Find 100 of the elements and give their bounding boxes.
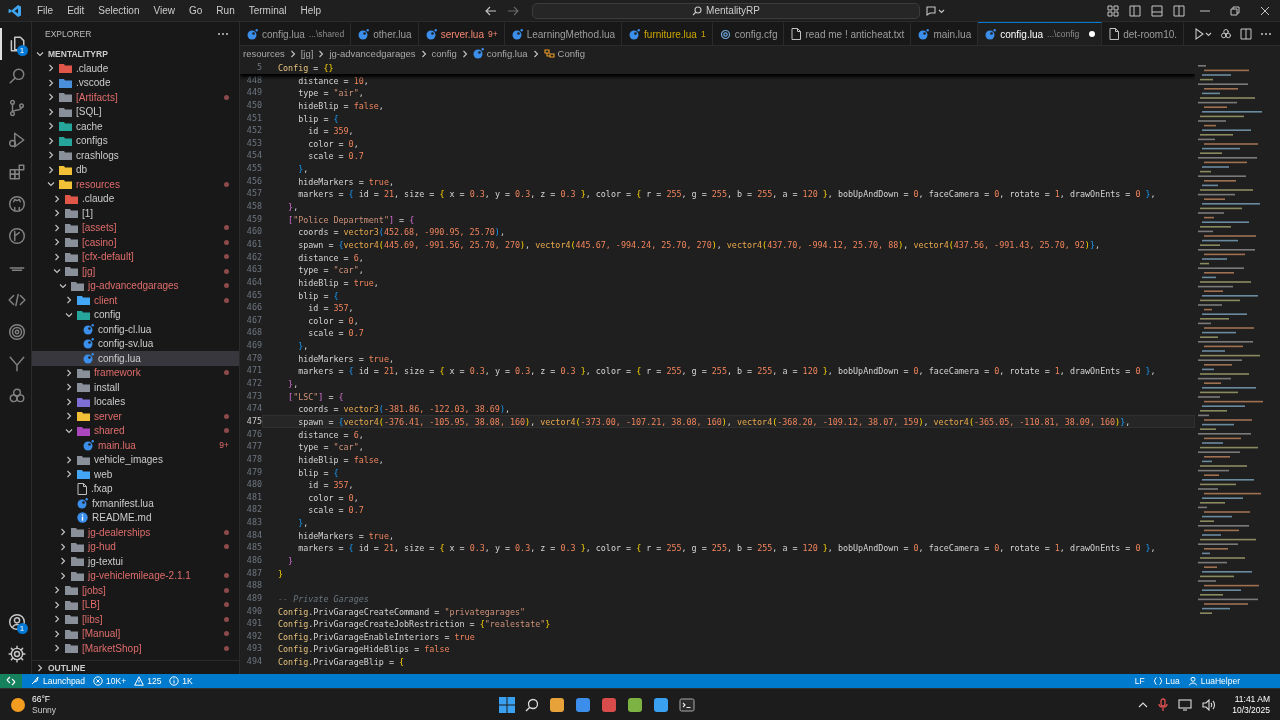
account-icon[interactable] [7,613,26,631]
menu-item[interactable]: Terminal [241,3,294,18]
status-item[interactable]: Launchpad [30,676,86,686]
editor-tab[interactable]: config.lua ...\shared [240,22,352,45]
tree-item[interactable]: shared [32,423,239,438]
status-item[interactable]: LuaHelper [1187,676,1240,686]
tree-item[interactable]: jg-vehiclemileage-2.1.1 [32,568,239,583]
status-item[interactable]: 125 [134,676,162,686]
close-button[interactable] [1260,5,1270,16]
status-item[interactable]: 1K [169,676,193,686]
tree-item[interactable]: jg-dealerships [32,525,239,540]
tree-item[interactable]: configs [32,133,239,148]
tree-item[interactable]: resources [32,177,239,192]
tree-item[interactable]: [jobs] [32,583,239,598]
tree-item[interactable]: vehicle_images [32,452,239,467]
tree-item[interactable]: jg-advancedgarages [32,278,239,293]
tree-item[interactable]: [LB] [32,597,239,612]
tree-item[interactable]: locales [32,394,239,409]
search-field[interactable]: MentalityRP [532,2,921,19]
tree-item[interactable]: [SQL] [32,104,239,119]
menu-item[interactable]: Edit [60,3,92,18]
terminal-icon[interactable] [679,696,696,713]
editor-tab[interactable]: config.cfg [712,22,785,45]
editor-tab[interactable]: det-room10. [1102,22,1185,45]
editor-tab[interactable]: server.lua 9+ [418,22,505,45]
tree-item[interactable]: [Manual] [32,626,239,641]
tree-item[interactable]: [MarketShop] [32,641,239,656]
tree-item[interactable]: main.lua 9+ [32,438,239,453]
microphone-icon[interactable] [1158,697,1169,712]
tree-item[interactable]: [cfx-default] [32,249,239,264]
breadcrumb-item[interactable]: config [431,48,457,59]
tree-item[interactable]: [casino] [32,235,239,250]
tree-item[interactable]: .claude [32,191,239,206]
chat-icon[interactable] [925,4,946,17]
breadcrumb-item[interactable]: config.lua [472,48,528,59]
app-icon[interactable] [601,696,618,713]
tree-item[interactable]: server [32,409,239,424]
tree-item[interactable]: config-sv.lua [32,336,239,351]
menu-item[interactable]: View [146,3,182,18]
tree-item[interactable]: install [32,380,239,395]
tree-item[interactable]: README.md [32,510,239,525]
tree-item[interactable]: [1] [32,206,239,221]
start-icon[interactable] [499,696,516,713]
run-icon[interactable] [1194,27,1212,40]
menu-item[interactable]: Selection [91,3,147,18]
chevron-icon[interactable] [1138,700,1149,709]
status-item[interactable]: LF [1134,676,1145,686]
menu-item[interactable]: File [30,3,61,18]
remote-button[interactable] [0,674,22,688]
layout-icon[interactable] [1129,4,1141,17]
layout-icon[interactable] [1107,4,1119,17]
tree-item[interactable]: .fxap [32,481,239,496]
tree-item[interactable]: client [32,293,239,308]
more-icon[interactable] [1260,31,1272,36]
knot-icon[interactable] [7,387,26,405]
split-editor-icon[interactable] [1240,27,1252,40]
monitor-icon[interactable] [1178,698,1193,711]
editor-tab[interactable]: other.lua [351,22,419,45]
menu-item[interactable]: Go [182,3,210,18]
tree-item[interactable]: .vscode [32,75,239,90]
spiral-icon[interactable] [7,323,26,341]
tree-item[interactable]: config-cl.lua [32,322,239,337]
breadcrumb-item[interactable]: Config [543,48,585,59]
knot-icon[interactable] [1220,27,1232,40]
volume-icon[interactable] [1202,698,1217,711]
search-icon[interactable] [525,697,540,712]
app-icon[interactable] [627,696,644,713]
tree-item[interactable]: crashlogs [32,148,239,163]
tree-item[interactable]: db [32,162,239,177]
tree-item[interactable]: [libs] [32,612,239,627]
status-item[interactable]: Lua [1152,676,1180,686]
app-icon[interactable] [653,696,670,713]
editor-tab[interactable]: LearningMethod.lua [504,22,623,45]
tree-item[interactable]: config.lua [32,351,239,366]
code-icon[interactable] [7,291,26,309]
tree-item[interactable]: config [32,307,239,322]
section-header[interactable]: MENTALITYRP [32,46,239,61]
back-icon[interactable] [485,5,498,16]
more-icon[interactable] [217,32,229,36]
editor-tab[interactable]: config.lua ...\config [978,22,1103,45]
cross-icon[interactable] [7,355,26,373]
extensions-icon[interactable] [7,163,26,181]
app-icon[interactable] [575,696,592,713]
menu-item[interactable]: Help [293,3,329,18]
run-debug-icon[interactable] [7,131,26,149]
layout-icon[interactable] [1173,4,1185,17]
app-icon[interactable] [549,696,566,713]
tree-item[interactable]: .claude [32,61,239,76]
tree-item[interactable]: [assets] [32,220,239,235]
forward-icon[interactable] [507,5,520,16]
graph-icon[interactable] [7,227,26,245]
tree-item[interactable]: fxmanifest.lua [32,496,239,511]
tree-item[interactable]: web [32,467,239,482]
settings-icon[interactable] [7,645,26,663]
tree-item[interactable]: framework [32,365,239,380]
menu-item[interactable]: Run [209,3,242,18]
tree-item[interactable]: cache [32,119,239,134]
layout-icon[interactable] [1151,4,1163,17]
status-item[interactable]: 10K+ [93,676,127,686]
tree-item[interactable]: jg-hud [32,539,239,554]
